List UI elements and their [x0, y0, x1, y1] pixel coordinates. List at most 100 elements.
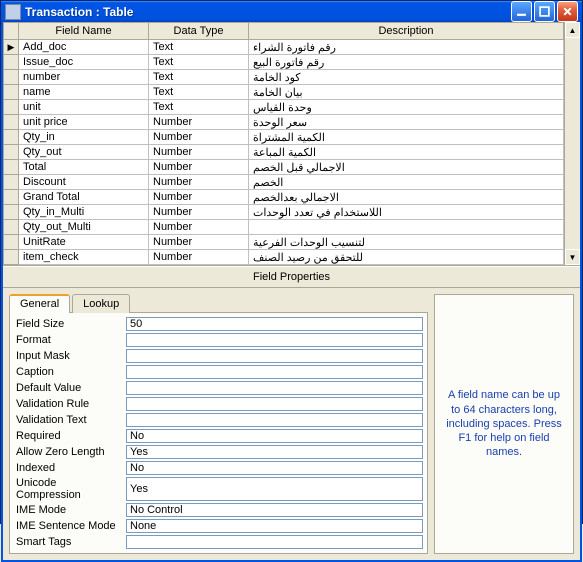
row-selector[interactable] [4, 235, 19, 250]
property-value[interactable]: Yes [126, 477, 423, 501]
cell-data-type[interactable]: Number [149, 250, 249, 265]
cell-description[interactable]: الكمية المباعة [249, 145, 564, 160]
cell-data-type[interactable]: Number [149, 220, 249, 235]
scroll-down-icon[interactable]: ▼ [565, 249, 580, 265]
row-selector[interactable] [4, 145, 19, 160]
row-selector[interactable] [4, 175, 19, 190]
row-selector[interactable] [4, 190, 19, 205]
cell-data-type[interactable]: Number [149, 205, 249, 220]
cell-field-name[interactable]: Qty_out [19, 145, 149, 160]
property-value[interactable]: No Control [126, 503, 423, 517]
cell-field-name[interactable]: Grand Total [19, 190, 149, 205]
cell-data-type[interactable]: Text [149, 100, 249, 115]
cell-description[interactable]: اللاستخدام في تعدد الوحدات [249, 205, 564, 220]
cell-description[interactable]: لتنسيب الوحدات الفرعية [249, 235, 564, 250]
row-selector[interactable] [4, 70, 19, 85]
cell-data-type[interactable]: Number [149, 175, 249, 190]
cell-field-name[interactable]: item_check [19, 250, 149, 265]
cell-data-type[interactable]: Text [149, 70, 249, 85]
cell-field-name[interactable]: UnitRate [19, 235, 149, 250]
property-value[interactable]: No [126, 429, 423, 443]
table-row[interactable]: unit priceNumberسعر الوحدة [4, 115, 564, 130]
cell-field-name[interactable]: Total [19, 160, 149, 175]
row-selector[interactable] [4, 205, 19, 220]
cell-description[interactable] [249, 220, 564, 235]
row-selector[interactable] [4, 220, 19, 235]
table-row[interactable]: Qty_outNumberالكمية المباعة [4, 145, 564, 160]
cell-data-type[interactable]: Number [149, 190, 249, 205]
cell-data-type[interactable]: Number [149, 130, 249, 145]
table-row[interactable]: Grand TotalNumberالاجمالي بعدالخصم [4, 190, 564, 205]
maximize-button[interactable] [534, 1, 555, 22]
property-value[interactable] [126, 365, 423, 379]
cell-field-name[interactable]: Add_doc [19, 40, 149, 55]
cell-description[interactable]: بيان الخامة [249, 85, 564, 100]
property-value[interactable]: None [126, 519, 423, 533]
property-value[interactable] [126, 397, 423, 411]
row-selector[interactable] [4, 55, 19, 70]
table-row[interactable]: TotalNumberالاجمالي قبل الخصم [4, 160, 564, 175]
cell-field-name[interactable]: Issue_doc [19, 55, 149, 70]
property-value[interactable] [126, 413, 423, 427]
property-value[interactable]: Yes [126, 445, 423, 459]
cell-field-name[interactable]: unit price [19, 115, 149, 130]
cell-description[interactable]: كود الخامة [249, 70, 564, 85]
cell-description[interactable]: الكمية المشتراة [249, 130, 564, 145]
titlebar[interactable]: Transaction : Table [1, 1, 582, 22]
col-description[interactable]: Description [249, 23, 564, 40]
cell-field-name[interactable]: Qty_in_Multi [19, 205, 149, 220]
property-value[interactable]: No [126, 461, 423, 475]
cell-field-name[interactable]: unit [19, 100, 149, 115]
col-field-name[interactable]: Field Name [19, 23, 149, 40]
cell-field-name[interactable]: Qty_out_Multi [19, 220, 149, 235]
tab-general[interactable]: General [9, 294, 70, 313]
close-button[interactable] [557, 1, 578, 22]
row-selector[interactable] [4, 40, 19, 55]
cell-description[interactable]: الاجمالي قبل الخصم [249, 160, 564, 175]
cell-description[interactable]: الاجمالي بعدالخصم [249, 190, 564, 205]
property-value[interactable]: 50 [126, 317, 423, 331]
vertical-scrollbar[interactable]: ▲ ▼ [564, 22, 580, 265]
cell-field-name[interactable]: name [19, 85, 149, 100]
minimize-button[interactable] [511, 1, 532, 22]
property-value[interactable] [126, 333, 423, 347]
cell-field-name[interactable]: number [19, 70, 149, 85]
table-row[interactable]: Qty_in_MultiNumberاللاستخدام في تعدد الو… [4, 205, 564, 220]
cell-description[interactable]: رقم فاتورة البيع [249, 55, 564, 70]
cell-data-type[interactable]: Number [149, 145, 249, 160]
table-row[interactable]: unitTextوحدة القياس [4, 100, 564, 115]
col-data-type[interactable]: Data Type [149, 23, 249, 40]
row-selector[interactable] [4, 85, 19, 100]
cell-data-type[interactable]: Number [149, 115, 249, 130]
scroll-track[interactable] [565, 38, 580, 249]
selector-header[interactable] [4, 23, 19, 40]
table-row[interactable]: numberTextكود الخامة [4, 70, 564, 85]
cell-field-name[interactable]: Qty_in [19, 130, 149, 145]
cell-description[interactable]: وحدة القياس [249, 100, 564, 115]
cell-data-type[interactable]: Number [149, 160, 249, 175]
tab-lookup[interactable]: Lookup [72, 294, 130, 313]
cell-data-type[interactable]: Text [149, 85, 249, 100]
cell-description[interactable]: سعر الوحدة [249, 115, 564, 130]
table-row[interactable]: Issue_docTextرقم فاتورة البيع [4, 55, 564, 70]
cell-data-type[interactable]: Text [149, 40, 249, 55]
table-row[interactable]: item_checkNumberللتحقق من رصيد الصنف [4, 250, 564, 265]
cell-description[interactable]: الخصم [249, 175, 564, 190]
design-grid[interactable]: Field Name Data Type Description Add_doc… [3, 22, 564, 265]
cell-data-type[interactable]: Text [149, 55, 249, 70]
row-selector[interactable] [4, 130, 19, 145]
property-value[interactable] [126, 349, 423, 363]
table-row[interactable]: DiscountNumberالخصم [4, 175, 564, 190]
row-selector[interactable] [4, 100, 19, 115]
cell-data-type[interactable]: Number [149, 235, 249, 250]
scroll-up-icon[interactable]: ▲ [565, 22, 580, 38]
table-row[interactable]: Add_docTextرقم فاتورة الشراء [4, 40, 564, 55]
cell-field-name[interactable]: Discount [19, 175, 149, 190]
property-value[interactable] [126, 535, 423, 549]
row-selector[interactable] [4, 160, 19, 175]
table-row[interactable]: Qty_out_MultiNumber [4, 220, 564, 235]
table-row[interactable]: nameTextبيان الخامة [4, 85, 564, 100]
row-selector[interactable] [4, 115, 19, 130]
cell-description[interactable]: رقم فاتورة الشراء [249, 40, 564, 55]
table-row[interactable]: UnitRateNumberلتنسيب الوحدات الفرعية [4, 235, 564, 250]
